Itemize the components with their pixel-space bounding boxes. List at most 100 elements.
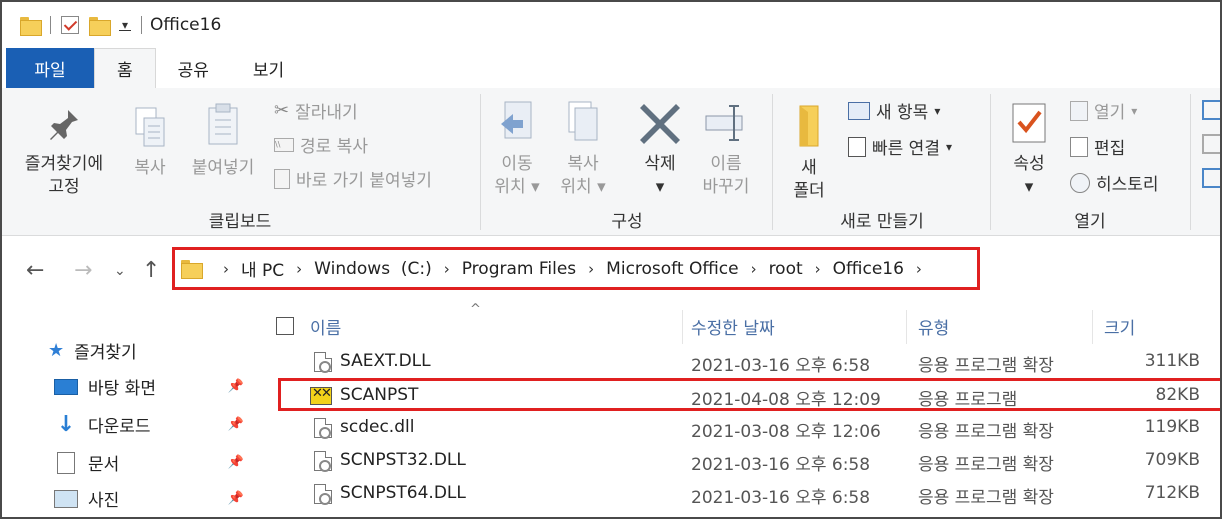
- delete-dropdown-icon[interactable]: ▾: [632, 176, 688, 199]
- scanpst-app-icon: [310, 386, 332, 405]
- back-arrow-icon[interactable]: ←: [26, 258, 44, 283]
- paste-shortcut-button[interactable]: 바로 가기 붙여넣기: [274, 166, 432, 191]
- breadcrumb-microsoft-office[interactable]: Microsoft Office: [606, 259, 738, 279]
- recent-locations-chevron-icon[interactable]: ⌄: [114, 263, 126, 279]
- delete-button[interactable]: 삭제 ▾: [632, 100, 688, 199]
- open-label: 열기: [1094, 103, 1126, 123]
- address-bar[interactable]: › 내 PC › Windows (C:) › Program Files › …: [172, 247, 980, 290]
- breadcrumb-separator-icon[interactable]: ›: [223, 260, 229, 278]
- properties-icon: [1012, 103, 1046, 143]
- breadcrumb-windows-c[interactable]: Windows (C:): [314, 259, 432, 279]
- nav-item-label: 바탕 화면: [88, 379, 156, 399]
- pin-icon[interactable]: 📌: [228, 379, 244, 394]
- move-to-label-line1: 이동: [501, 154, 533, 174]
- document-icon: [57, 451, 75, 474]
- pin-icon[interactable]: 📌: [228, 455, 244, 470]
- pin-icon[interactable]: 📌: [228, 417, 244, 432]
- nav-item-desktop[interactable]: 바탕 화면 📌: [54, 374, 250, 399]
- breadcrumb-separator-icon[interactable]: ›: [916, 260, 922, 278]
- open-button[interactable]: 열기 ▾: [1070, 98, 1137, 123]
- tab-home[interactable]: 홈: [94, 48, 156, 88]
- new-group-label: 새로 만들기: [840, 212, 924, 232]
- breadcrumb-separator-icon[interactable]: ›: [444, 260, 450, 278]
- breadcrumb-program-files[interactable]: Program Files: [462, 259, 576, 279]
- dll-file-icon: [314, 352, 332, 373]
- move-to-label-line2: 위치 ▾: [494, 177, 540, 197]
- column-header-name[interactable]: 이름: [310, 314, 341, 339]
- file-row[interactable]: scdec.dll 2021-03-08 오후 12:06 응용 프로그램 확장…: [278, 412, 1220, 444]
- breadcrumb-office16[interactable]: Office16: [833, 259, 904, 279]
- dll-file-icon: [314, 484, 332, 505]
- title-bar: ▾ Office16: [2, 2, 1220, 48]
- tab-file[interactable]: 파일: [6, 48, 94, 88]
- copy-path-button[interactable]: \\ 경로 복사: [274, 132, 368, 157]
- clipboard-group: 즐겨찾기에 고정 복사 붙여넣기 ✂ 잘라내기 \\ 경로 복사 바로 가기 붙…: [2, 88, 478, 236]
- pin-icon[interactable]: 📌: [228, 491, 244, 506]
- tab-share[interactable]: 공유: [156, 48, 231, 88]
- nav-item-documents[interactable]: 문서 📌: [54, 450, 250, 475]
- column-divider[interactable]: [906, 310, 907, 344]
- group-divider: [1190, 94, 1191, 230]
- column-header-date[interactable]: 수정한 날짜: [691, 314, 775, 339]
- edit-button[interactable]: 편집: [1070, 134, 1125, 159]
- new-folder-icon[interactable]: [89, 16, 111, 36]
- cut-button[interactable]: ✂ 잘라내기: [274, 98, 358, 123]
- invert-selection-icon[interactable]: [1202, 168, 1220, 188]
- move-to-button[interactable]: 이동 위치 ▾: [490, 100, 544, 199]
- group-divider: [480, 94, 481, 230]
- open-group-label: 열기: [1074, 212, 1106, 232]
- file-name: SCANPST: [340, 385, 419, 405]
- breadcrumb-root[interactable]: root: [769, 259, 803, 279]
- delete-label: 삭제: [644, 154, 676, 174]
- file-name: SAEXT.DLL: [340, 351, 431, 371]
- new-group: 새 폴더 새 항목 ▾ 빠른 연결 ▾ 새로 만들기: [774, 88, 990, 236]
- new-item-dropdown-icon: ▾: [934, 103, 941, 118]
- file-row-scanpst[interactable]: SCANPST 2021-04-08 오후 12:09 응용 프로그램 82KB: [278, 380, 1220, 412]
- breadcrumb-separator-icon[interactable]: ›: [296, 260, 302, 278]
- nav-item-quick-access[interactable]: ★ 즐겨찾기: [48, 338, 244, 363]
- customize-toolbar-dropdown-icon[interactable]: ▾: [119, 19, 131, 31]
- up-arrow-icon[interactable]: ↑: [142, 258, 160, 283]
- breadcrumb-separator-icon[interactable]: ›: [751, 260, 757, 278]
- column-header-type[interactable]: 유형: [918, 314, 949, 339]
- easy-access-button[interactable]: 빠른 연결 ▾: [848, 134, 952, 159]
- new-folder-button[interactable]: 새 폴더: [782, 102, 836, 203]
- copy-button[interactable]: 복사: [124, 106, 176, 180]
- file-row[interactable]: SCNPST32.DLL 2021-03-16 오후 6:58 응용 프로그램 …: [278, 445, 1220, 477]
- properties-check-icon[interactable]: [61, 16, 79, 34]
- pin-icon: [50, 110, 78, 140]
- select-none-icon[interactable]: [1202, 134, 1220, 154]
- rename-label-line1: 이름: [710, 154, 742, 174]
- file-row[interactable]: SCNPST64.DLL 2021-03-16 오후 6:58 응용 프로그램 …: [278, 478, 1220, 510]
- rename-icon: [705, 105, 743, 141]
- rename-button[interactable]: 이름 바꾸기: [696, 100, 756, 199]
- nav-item-label: 다운로드: [88, 417, 151, 437]
- column-divider[interactable]: [682, 310, 683, 344]
- select-all-checkbox[interactable]: [276, 317, 294, 335]
- nav-item-label: 즐겨찾기: [74, 343, 137, 363]
- file-date: 2021-03-16 오후 6:58: [691, 356, 871, 376]
- properties-dropdown-icon[interactable]: ▾: [1000, 176, 1058, 199]
- column-header-size[interactable]: 크기: [1104, 314, 1135, 339]
- breadcrumb-separator-icon[interactable]: ›: [588, 260, 594, 278]
- new-item-button[interactable]: 새 항목 ▾: [848, 98, 940, 123]
- tab-view[interactable]: 보기: [231, 48, 306, 88]
- file-size: 311KB: [1144, 351, 1200, 371]
- select-all-icon[interactable]: [1202, 100, 1220, 120]
- history-button[interactable]: 히스토리: [1070, 170, 1159, 195]
- breadcrumb-separator-icon[interactable]: ›: [815, 260, 821, 278]
- file-row[interactable]: SAEXT.DLL 2021-03-16 오후 6:58 응용 프로그램 확장 …: [278, 346, 1220, 378]
- edit-icon: [1070, 136, 1088, 157]
- copy-to-button[interactable]: 복사 위치 ▾: [556, 100, 610, 199]
- forward-arrow-icon[interactable]: →: [74, 258, 92, 283]
- organize-group-label: 구성: [611, 212, 643, 232]
- breadcrumb-this-pc[interactable]: 내 PC: [241, 256, 284, 281]
- nav-item-pictures[interactable]: 사진 📌: [54, 486, 250, 511]
- nav-item-label: 사진: [88, 491, 120, 511]
- pin-to-quick-access-button[interactable]: 즐겨찾기에 고정: [16, 106, 112, 199]
- column-divider[interactable]: [1092, 310, 1093, 344]
- nav-item-downloads[interactable]: ↓ 다운로드 📌: [54, 412, 250, 437]
- properties-button[interactable]: 속성 ▾: [1000, 100, 1058, 199]
- paste-button[interactable]: 붙여넣기: [182, 102, 264, 180]
- file-size: 82KB: [1155, 385, 1200, 405]
